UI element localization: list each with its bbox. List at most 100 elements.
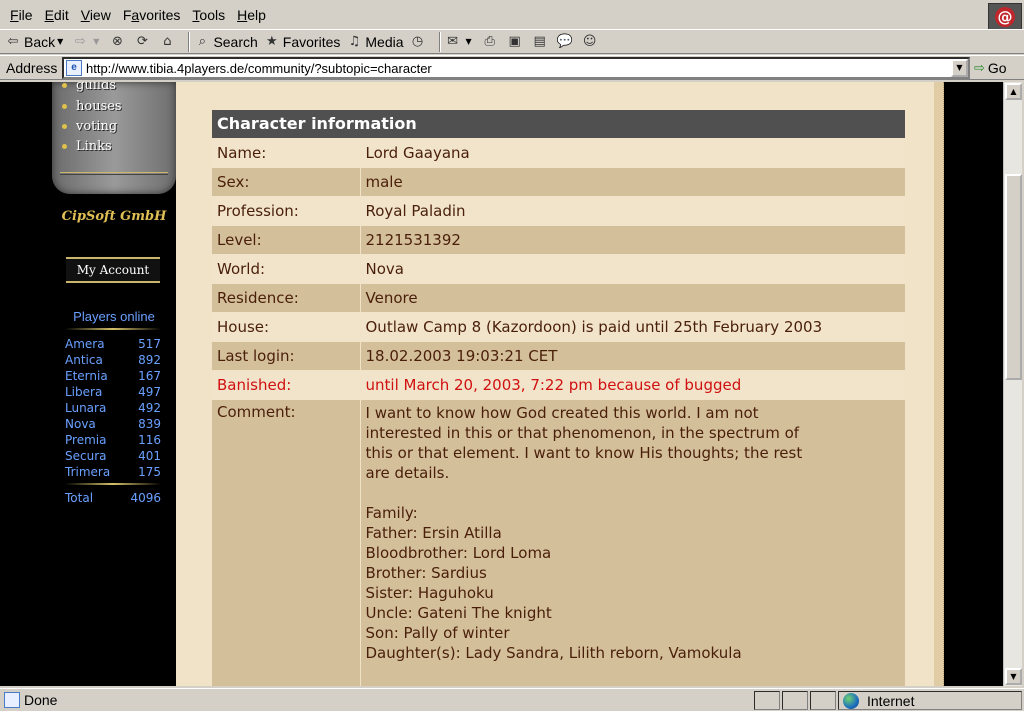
globe-icon — [843, 692, 859, 709]
nav-link-links[interactable]: Links — [62, 139, 112, 154]
security-zone: Internet — [838, 691, 1022, 710]
scroll-down-icon[interactable]: ▼ — [1005, 668, 1022, 685]
world-row[interactable]: Trimera 175 — [65, 464, 161, 480]
nav-link-guilds[interactable]: guilds — [62, 82, 116, 93]
nav-link-voting[interactable]: voting — [62, 119, 117, 134]
address-input[interactable]: e http://www.tibia.4players.de/community… — [62, 57, 970, 79]
players-online-title: Players online — [73, 309, 155, 324]
media-button[interactable]: ♫ Media — [346, 33, 404, 50]
menu-view[interactable]: View — [75, 4, 117, 26]
world-name: Secura — [65, 449, 107, 463]
table-row: Name: Lord Gaayana — [212, 137, 905, 167]
scroll-up-icon[interactable]: ▲ — [1005, 83, 1022, 100]
forward-dropdown-icon[interactable]: ▼ — [93, 37, 99, 46]
menu-edit[interactable]: Edit — [39, 4, 75, 26]
table-row: House: Outlaw Camp 8 (Kazordoon) is paid … — [212, 311, 905, 341]
total-label: Total — [65, 491, 94, 505]
row-label: Residence: — [212, 282, 361, 312]
world-row[interactable]: Nova 839 — [65, 416, 161, 432]
page-viewport: guilds houses voting Links CipSoft GmbH … — [0, 82, 1003, 686]
address-url[interactable]: http://www.tibia.4players.de/community/?… — [86, 61, 432, 76]
browser-window: File Edit View Favorites Tools Help @ ⇦ … — [0, 0, 1024, 711]
nav-link-houses[interactable]: houses — [62, 99, 122, 114]
media-icon: ♫ — [348, 33, 361, 49]
my-account-button[interactable]: My Account — [66, 257, 160, 283]
menu-tools[interactable]: Tools — [186, 4, 231, 26]
messenger-button[interactable]: 💬 — [557, 34, 576, 50]
total-count: 4096 — [130, 491, 161, 505]
back-dropdown-icon[interactable]: ▼ — [57, 37, 63, 46]
row-label: Level: — [212, 224, 361, 254]
toolbar: ⇦ Back ▼ ⇨ ▼ ⊗ ⟳ ⌂ ⌕ Search ★ Favorites … — [0, 29, 1024, 54]
page-icon: e — [66, 60, 82, 76]
world-count: 517 — [138, 337, 161, 351]
world-count: 492 — [138, 401, 161, 415]
forward-arrow-icon: ⇨ — [74, 33, 86, 49]
table-row: Residence: Venore — [212, 282, 905, 312]
forward-button[interactable]: ⇨ ▼ — [73, 34, 103, 50]
favorites-icon: ★ — [265, 33, 278, 49]
world-count: 839 — [138, 417, 161, 431]
world-name: Lunara — [65, 401, 107, 415]
back-label: Back — [24, 33, 56, 50]
world-count: 116 — [138, 433, 161, 447]
total-divider — [65, 483, 161, 485]
world-row[interactable]: Eternia 167 — [65, 368, 161, 384]
discuss-button[interactable]: ▤ — [532, 34, 551, 50]
status-pane — [782, 691, 808, 710]
print-button[interactable]: ⎙ — [482, 34, 501, 50]
zone-label: Internet — [867, 692, 915, 709]
go-button[interactable]: ⇨ Go — [974, 57, 1022, 79]
row-label: Name: — [212, 137, 361, 167]
world-row[interactable]: Lunara 492 — [65, 400, 161, 416]
edit-page-button[interactable]: ▣ — [507, 34, 526, 50]
mail-button[interactable]: ✉ ▼ — [445, 34, 476, 50]
world-name: Nova — [65, 417, 96, 431]
discuss-icon: ▤ — [533, 33, 546, 49]
stop-button[interactable]: ⊗ — [109, 34, 128, 50]
row-label: Profession: — [212, 195, 361, 225]
back-button[interactable]: ⇦ Back ▼ — [6, 34, 67, 50]
row-label: Sex: — [212, 166, 361, 196]
menu-bar: File Edit View Favorites Tools Help @ — [0, 2, 1024, 30]
address-dropdown-icon[interactable]: ▼ — [951, 59, 968, 77]
parchment-edge — [934, 82, 944, 686]
menu-favorites[interactable]: Favorites — [117, 4, 187, 26]
table-row: Sex: male — [212, 166, 905, 196]
refresh-icon: ⟳ — [136, 33, 148, 49]
address-bar: Address e http://www.tibia.4players.de/c… — [0, 55, 1024, 80]
bullet-icon — [62, 124, 67, 129]
mail-dropdown-icon[interactable]: ▼ — [466, 37, 472, 46]
home-button[interactable]: ⌂ — [159, 34, 178, 50]
table-header: Character information — [212, 110, 905, 138]
search-label: Search — [213, 33, 258, 50]
favorites-button[interactable]: ★ Favorites — [264, 33, 340, 50]
vertical-scrollbar[interactable]: ▲ ▼ — [1003, 82, 1022, 686]
banished-row: Banished: until March 20, 2003, 7:22 pm b… — [212, 369, 905, 399]
world-row[interactable]: Libera 497 — [65, 384, 161, 400]
world-count: 167 — [138, 369, 161, 383]
menu-divider — [60, 172, 168, 175]
menu-file[interactable]: File — [4, 4, 39, 26]
world-row[interactable]: Antica 892 — [65, 352, 161, 368]
refresh-button[interactable]: ⟳ — [134, 34, 153, 50]
total-row: Total 4096 — [65, 491, 161, 505]
row-value: Nova — [360, 253, 905, 283]
world-name: Amera — [65, 337, 105, 351]
history-button[interactable]: ◷ — [410, 34, 429, 50]
comment-label: Comment: — [212, 398, 361, 686]
world-row[interactable]: Secura 401 — [65, 448, 161, 464]
menu-help[interactable]: Help — [231, 4, 272, 26]
contact-button[interactable]: ☺ — [582, 34, 601, 50]
comment-text: I want to know how God created this worl… — [360, 398, 905, 686]
world-row[interactable]: Premia 116 — [65, 432, 161, 448]
world-name: Eternia — [65, 369, 108, 383]
world-row[interactable]: Amera 517 — [65, 336, 161, 352]
world-count: 175 — [138, 465, 161, 479]
search-icon: ⌕ — [198, 33, 207, 49]
scroll-thumb[interactable] — [1005, 174, 1022, 380]
company-link[interactable]: CipSoft GmbH — [52, 209, 176, 224]
search-button[interactable]: ⌕ Search — [194, 33, 258, 50]
right-margin — [944, 82, 1003, 686]
status-pane — [810, 691, 836, 710]
